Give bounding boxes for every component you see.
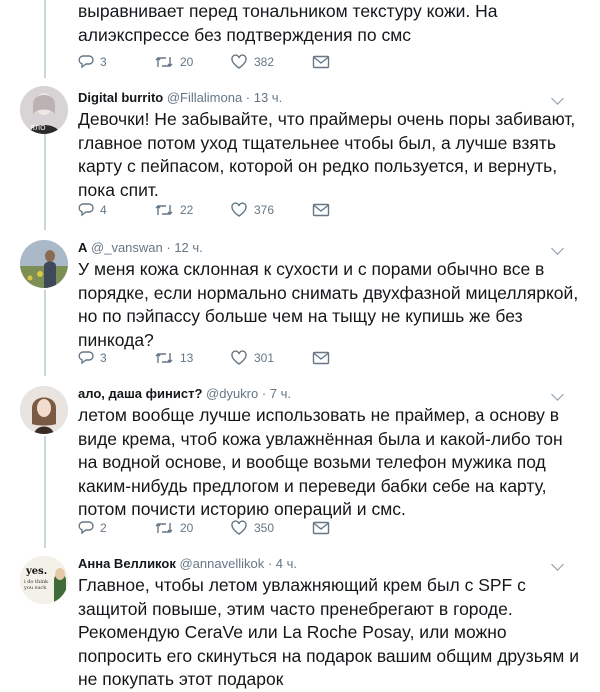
reply-button[interactable]: 3 [78, 54, 154, 70]
retweet-icon [155, 523, 173, 533]
envelope-icon [312, 351, 330, 365]
avatar-image [20, 386, 68, 434]
heart-icon [231, 520, 247, 535]
envelope-icon [312, 203, 330, 217]
user-handle[interactable]: @Fillalimona [167, 90, 242, 105]
retweet-button[interactable]: 20 [154, 520, 230, 536]
tweet-actions: 3 13 301 [78, 348, 330, 368]
reply-icon [78, 55, 94, 69]
tweet-header: Digital burrito @Fillalimona · 13 ч. [78, 90, 584, 106]
retweet-button[interactable]: 13 [154, 350, 230, 366]
heart-icon [231, 54, 247, 69]
like-count: 382 [254, 55, 275, 69]
tweet-actions: 3 20 382 [78, 52, 330, 72]
avatar[interactable] [20, 240, 68, 288]
retweet-icon [155, 205, 173, 215]
tweet[interactable]: ЯЛО Digital burrito @Fillalimona · 13 ч.… [0, 86, 600, 230]
envelope-icon [312, 521, 330, 535]
retweet-button[interactable]: 22 [154, 202, 230, 218]
reply-count: 3 [100, 55, 107, 69]
tweet-header: A @_vanswan · 12 ч. [78, 240, 584, 256]
user-handle[interactable]: @dyukro [206, 386, 258, 401]
user-handle[interactable]: @_vanswan [91, 240, 163, 255]
avatar[interactable]: yes. i do think you suck [20, 556, 68, 604]
user-handle[interactable]: @annavellikok [179, 556, 264, 571]
retweet-button[interactable]: 20 [154, 54, 230, 70]
avatar[interactable] [20, 386, 68, 434]
tweet-text: выравнивает перед тональником текстуру к… [78, 1, 498, 45]
message-button[interactable] [312, 55, 330, 69]
tweet-time[interactable]: · 7 ч. [262, 386, 291, 401]
reply-count: 4 [100, 203, 107, 217]
tweet-actions: 2 20 350 [78, 518, 330, 538]
display-name[interactable]: A [78, 240, 87, 255]
tweet-header: Анна Велликок @annavellikok · 4 ч. [78, 556, 584, 572]
heart-icon [231, 202, 247, 217]
like-button[interactable]: 382 [230, 54, 312, 70]
like-button[interactable]: 350 [230, 520, 312, 536]
tweet[interactable]: A @_vanswan · 12 ч. У меня кожа склонная… [0, 236, 600, 376]
retweet-icon [155, 57, 173, 67]
tweet[interactable]: ало, даша финист? @dyukro · 7 ч. летом в… [0, 382, 600, 548]
like-count: 301 [254, 351, 275, 365]
retweet-icon [155, 353, 173, 363]
avatar[interactable]: ЯЛО [20, 86, 68, 134]
svg-text:yes.: yes. [25, 566, 47, 577]
tweet-header: ало, даша финист? @dyukro · 7 ч. [78, 386, 584, 402]
tweet-text: У меня кожа склонная к сухости и с порам… [78, 259, 579, 350]
retweet-count: 20 [180, 55, 194, 69]
tweet-time[interactable]: · 4 ч. [268, 556, 297, 571]
retweet-count: 13 [180, 351, 194, 365]
avatar-image [20, 240, 68, 288]
reply-button[interactable]: 2 [78, 520, 154, 536]
reply-icon [78, 351, 94, 365]
reply-button[interactable]: 4 [78, 202, 154, 218]
retweet-count: 22 [180, 203, 194, 217]
tweet-actions: 4 22 376 [78, 200, 330, 220]
like-button[interactable]: 301 [230, 350, 312, 366]
display-name[interactable]: Анна Велликок [78, 556, 176, 571]
tweet-time[interactable]: · 13 ч. [246, 90, 282, 105]
reply-icon [78, 521, 94, 535]
tweet[interactable]: выравнивает перед тональником текстуру к… [0, 0, 600, 80]
like-count: 376 [254, 203, 275, 217]
tweet-time[interactable]: · 12 ч. [166, 240, 202, 255]
reply-count: 3 [100, 351, 107, 365]
reply-icon [78, 203, 94, 217]
envelope-icon [312, 55, 330, 69]
message-button[interactable] [312, 521, 330, 535]
tweet[interactable]: yes. i do think you suck Анна Велликок @an… [0, 554, 600, 689]
svg-text:you suck: you suck [23, 585, 47, 591]
tweet-text: летом вообще лучше использовать не прайм… [78, 405, 563, 519]
reply-count: 2 [100, 521, 107, 535]
display-name[interactable]: ало, даша финист? [78, 386, 202, 401]
retweet-count: 20 [180, 521, 194, 535]
display-name[interactable]: Digital burrito [78, 90, 163, 105]
svg-text:ЯЛО: ЯЛО [30, 124, 46, 132]
tweet-text: Девочки! Не забывайте, что праймеры очен… [78, 109, 576, 200]
avatar-image: yes.i do thinkyou suck [20, 556, 68, 604]
like-button[interactable]: 376 [230, 202, 312, 218]
avatar-image: ЯЛО [20, 86, 68, 134]
heart-icon [231, 350, 247, 365]
message-button[interactable] [312, 351, 330, 365]
like-count: 350 [254, 521, 275, 535]
reply-button[interactable]: 3 [78, 350, 154, 366]
message-button[interactable] [312, 203, 330, 217]
